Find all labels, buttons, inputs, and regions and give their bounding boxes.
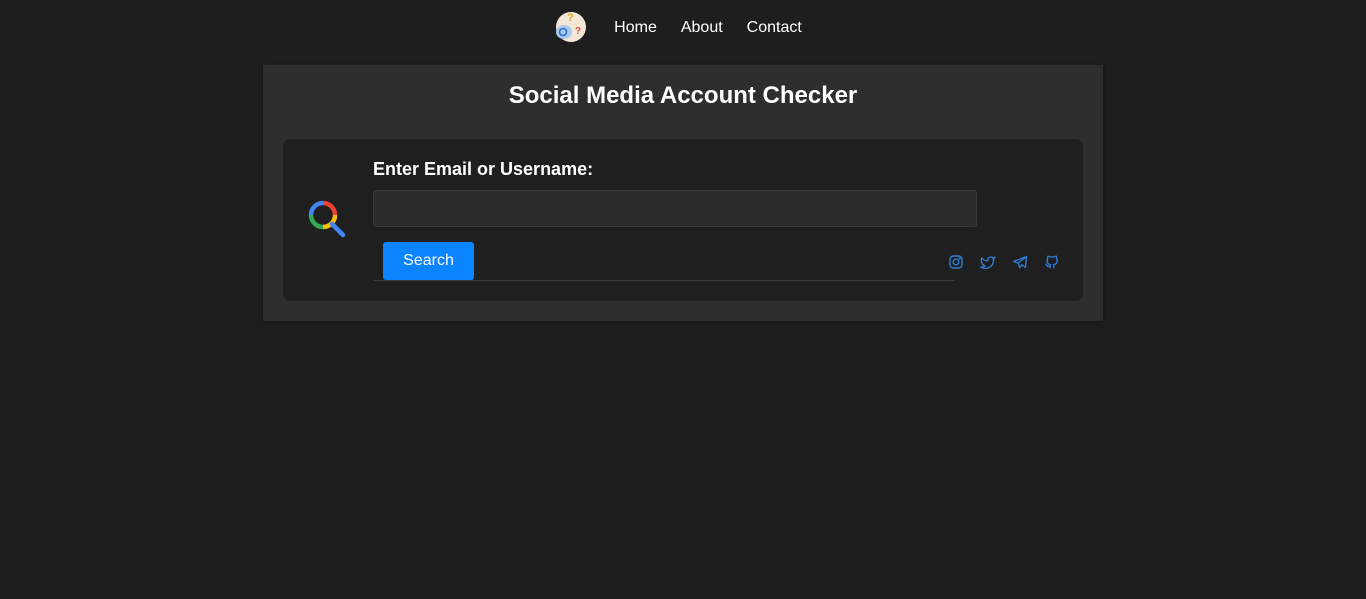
search-icon [308, 200, 346, 238]
search-panel: Enter Email or Username: Search [283, 139, 1083, 301]
logo-icon[interactable]: ? ? [552, 8, 588, 44]
email-username-input[interactable] [373, 190, 977, 227]
divider [373, 280, 955, 281]
social-links [948, 254, 1060, 270]
page-title: Social Media Account Checker [508, 82, 858, 109]
nav-home-link[interactable]: Home [614, 19, 657, 37]
telegram-icon[interactable] [1012, 254, 1028, 270]
github-icon[interactable] [1044, 254, 1060, 270]
nav-contact-link[interactable]: Contact [747, 19, 802, 37]
input-label: Enter Email or Username: [373, 159, 594, 179]
nav-about-link[interactable]: About [681, 19, 723, 37]
svg-text:?: ? [575, 26, 581, 37]
top-nav: ? ? Home About Contact [0, 0, 1366, 56]
twitter-icon[interactable] [980, 254, 996, 270]
instagram-icon[interactable] [948, 254, 964, 270]
svg-text:?: ? [567, 12, 574, 24]
search-button[interactable]: Search [383, 242, 474, 280]
checker-card: Social Media Account Checker Enter Email… [263, 65, 1103, 321]
